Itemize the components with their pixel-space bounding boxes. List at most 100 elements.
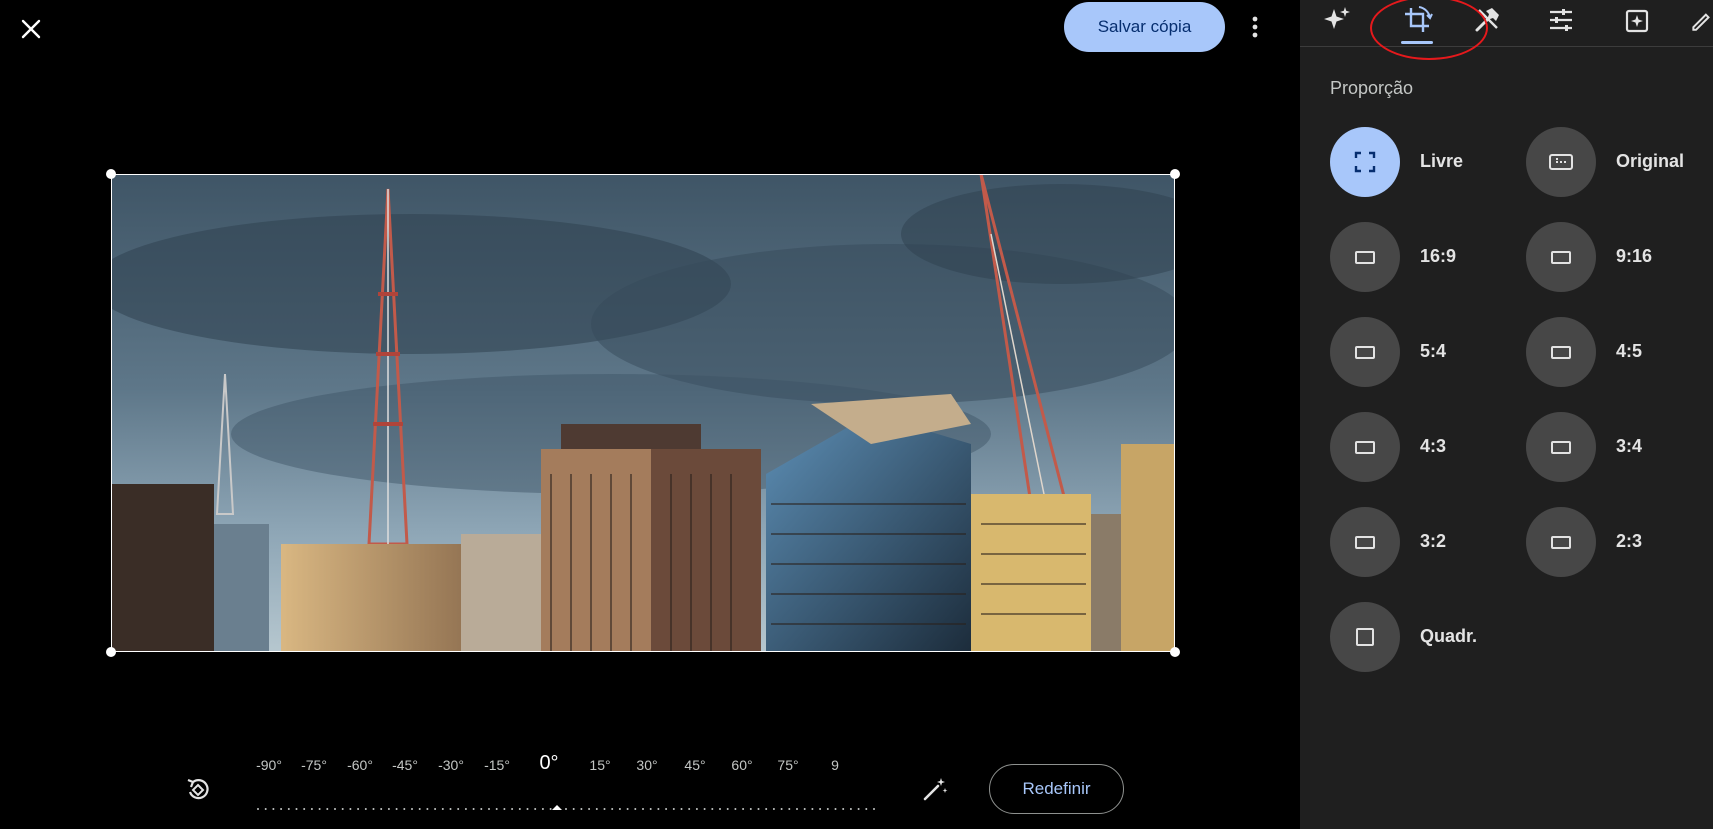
crop-area[interactable] [106,169,1180,657]
rotate-icon [187,778,209,800]
crop-handle-top-left[interactable] [106,169,116,179]
rotation-dial-label: -90° [256,757,282,773]
aspect-option-4-3[interactable]: 4:3 [1330,412,1510,482]
aspect-option-button[interactable] [1330,602,1400,672]
dial-tick [657,808,660,810]
dial-tick [726,808,729,810]
aspect-option-label: 16:9 [1420,246,1457,266]
tab-markup[interactable] [1688,0,1713,40]
aspect-option-button[interactable] [1526,127,1596,197]
dial-tick [588,808,591,810]
edit-side-panel: Proporção Livre Original 16:9 9:16 5:4 4:5 4:3… [1300,0,1713,829]
aspect-option-2-3[interactable]: 2:3 [1526,507,1706,577]
dial-tick [757,808,760,810]
aspect-option-button[interactable] [1526,317,1596,387]
aspect-option-button[interactable] [1330,222,1400,292]
aspect-option-label: Quadr. [1420,626,1478,646]
dial-tick [626,808,629,810]
dial-tick [526,808,529,810]
dial-tick [357,808,360,810]
dial-tick [418,808,421,810]
aspect-option-quadr[interactable]: Quadr. [1330,602,1510,672]
reset-button[interactable]: Redefinir [989,764,1124,814]
dial-tick [457,808,460,810]
dial-tick [857,808,860,810]
sparkle-icon [1324,7,1350,29]
free-crop-icon [1354,151,1376,173]
dial-tick [634,808,637,810]
tools-icon [1475,8,1499,32]
markup-icon [1692,13,1710,31]
dial-tick [665,808,668,810]
crop-handle-bottom-right[interactable] [1170,647,1180,657]
dial-tick [488,808,490,810]
close-button[interactable] [14,12,48,46]
tab-filters[interactable] [1614,0,1660,40]
dial-tick [796,808,798,810]
aspect-option-label: 4:3 [1420,436,1447,456]
auto-straighten-button[interactable] [918,772,952,806]
rotation-dial-label: -75° [301,757,327,773]
rotation-dial[interactable]: -90° -75° -60° -45° -30° -15° 0° 15° 30° 45° 60° 75… [254,748,880,818]
ratio-icon [1355,536,1375,549]
tab-tools[interactable] [1464,0,1510,40]
dial-tick [287,808,290,810]
dial-tick [372,808,375,810]
aspect-option-3-2[interactable]: 3:2 [1330,507,1510,577]
square-ratio-icon [1356,628,1374,646]
dial-tick [464,808,467,810]
rotation-dial-label: 30° [636,757,658,773]
dial-tick [472,808,475,810]
aspect-option-label: 9:16 [1616,246,1653,266]
ratio-icon [1355,441,1375,454]
crop-rotate-icon [1405,6,1433,32]
crop-handle-bottom-left[interactable] [106,647,116,657]
dial-tick [349,808,352,810]
edit-tab-bar [1300,0,1713,60]
dial-tick [403,808,406,810]
dial-tick [603,808,606,810]
dial-tick [711,808,714,810]
aspect-option-label: Livre [1420,151,1464,171]
aspect-option-5-4[interactable]: 5:4 [1330,317,1510,387]
ratio-icon [1551,346,1571,359]
aspect-option-9-16[interactable]: 9:16 [1526,222,1706,292]
dial-tick [441,808,444,810]
aspect-option-button[interactable] [1330,317,1400,387]
ratio-icon [1551,536,1571,549]
save-copy-button[interactable]: Salvar cópia [1064,2,1225,52]
aspect-option-original[interactable]: Original [1526,127,1706,197]
aspect-option-button[interactable] [1330,507,1400,577]
aspect-option-button[interactable] [1330,412,1400,482]
crop-handle-top-right[interactable] [1170,169,1180,179]
rotate-button[interactable] [181,772,215,806]
more-options-button[interactable] [1240,10,1270,44]
aspect-option-4-5[interactable]: 4:5 [1526,317,1706,387]
aspect-option-button[interactable] [1526,507,1596,577]
tab-suggestions[interactable] [1314,0,1360,40]
dial-tick [611,808,614,810]
rotation-dial-label: 45° [684,757,706,773]
rotation-dial-label: 9 [831,757,839,773]
dial-tick [341,808,344,810]
ratio-icon [1551,251,1571,264]
rotation-dial-label: 60° [731,757,753,773]
dial-tick [803,808,806,810]
dial-current-marker [552,805,562,810]
dial-tick [688,808,691,810]
aspect-option-3-4[interactable]: 3:4 [1526,412,1706,482]
dial-tick [565,808,567,810]
aspect-option-button[interactable] [1526,222,1596,292]
dial-tick [834,808,837,810]
aspect-option-16-9[interactable]: 16:9 [1330,222,1510,292]
tab-adjust[interactable] [1538,0,1584,40]
aspect-option-button[interactable] [1526,412,1596,482]
dial-tick [480,808,483,810]
ratio-icon [1355,346,1375,359]
aspect-option-livre[interactable]: Livre [1330,127,1510,197]
dial-tick [426,808,429,810]
aspect-option-button[interactable] [1330,127,1400,197]
tab-crop[interactable] [1394,0,1440,40]
dial-tick [749,808,752,810]
aspect-option-label: 5:4 [1420,341,1447,361]
